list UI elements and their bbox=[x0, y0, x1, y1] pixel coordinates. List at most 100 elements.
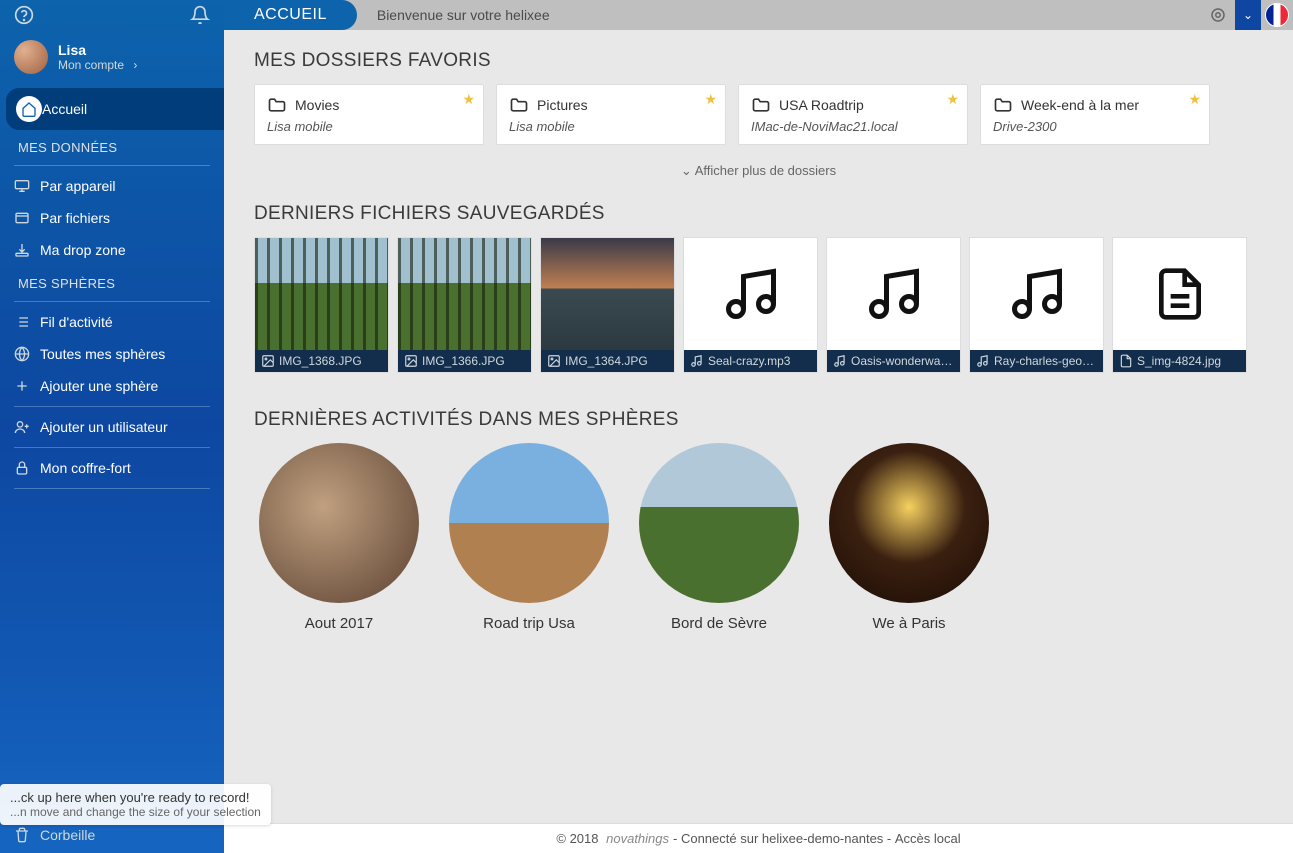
file-name: IMG_1368.JPG bbox=[279, 354, 362, 368]
file-type-icon bbox=[690, 354, 704, 368]
divider bbox=[14, 301, 210, 302]
sphere-item[interactable]: We à Paris bbox=[824, 443, 994, 632]
nav-label: Ajouter une sphère bbox=[40, 378, 158, 394]
local-access-link[interactable]: Accès local bbox=[895, 831, 961, 846]
avatar bbox=[14, 40, 48, 74]
folder-icon bbox=[993, 95, 1013, 115]
sphere-thumbnail bbox=[829, 443, 989, 603]
file-type-icon bbox=[261, 354, 275, 368]
nav-section-spheres: MES SPHÈRES bbox=[0, 266, 224, 297]
file-card[interactable]: IMG_1368.JPG bbox=[254, 237, 389, 373]
brand-name: novathings bbox=[606, 831, 669, 846]
section-recent-spheres-title: DERNIÈRES ACTIVITÉS DANS MES SPHÈRES bbox=[254, 409, 1263, 431]
sidebar: Lisa Mon compte › Accueil MES DONNÉES Pa… bbox=[0, 0, 224, 853]
file-type-icon bbox=[976, 354, 990, 368]
folder-card[interactable]: ★ Movies Lisa mobile bbox=[254, 84, 484, 145]
divider bbox=[14, 447, 210, 448]
nav-add-sphere[interactable]: Ajouter une sphère bbox=[0, 370, 224, 402]
device-icon bbox=[14, 178, 40, 194]
star-icon[interactable]: ★ bbox=[946, 91, 959, 108]
flag-fr-icon[interactable] bbox=[1265, 3, 1289, 27]
file-card[interactable]: IMG_1366.JPG bbox=[397, 237, 532, 373]
nav-activity[interactable]: Fil d'activité bbox=[0, 306, 224, 338]
folder-location: IMac-de-NoviMac21.local bbox=[751, 119, 955, 134]
folder-name: Movies bbox=[295, 97, 339, 113]
nav-section-data: MES DONNÉES bbox=[0, 130, 224, 161]
nav-by-files[interactable]: Par fichiers bbox=[0, 202, 224, 234]
lock-icon bbox=[14, 460, 40, 476]
file-card[interactable]: Ray-charles-georgi….mp3 bbox=[969, 237, 1104, 373]
file-type-icon bbox=[404, 354, 418, 368]
nav-label: Mon coffre-fort bbox=[40, 460, 131, 476]
nav-dropzone[interactable]: Ma drop zone bbox=[0, 234, 224, 266]
nav-label: Toutes mes sphères bbox=[40, 346, 165, 362]
file-type-icon bbox=[1119, 354, 1133, 368]
help-icon[interactable] bbox=[14, 5, 34, 25]
list-icon bbox=[14, 314, 40, 330]
nav-home[interactable]: Accueil bbox=[6, 88, 224, 130]
nav-trash[interactable]: Corbeille bbox=[14, 827, 95, 843]
sphere-item[interactable]: Aout 2017 bbox=[254, 443, 424, 632]
nav-label: Par fichiers bbox=[40, 210, 110, 226]
file-card[interactable]: IMG_1364.JPG bbox=[540, 237, 675, 373]
folders-row: ★ Movies Lisa mobile ★ Pictures Lisa mob… bbox=[254, 84, 1263, 145]
nav-by-device[interactable]: Par appareil bbox=[0, 170, 224, 202]
sphere-thumbnail bbox=[259, 443, 419, 603]
file-icon bbox=[1113, 238, 1246, 350]
show-more-label: Afficher plus de dossiers bbox=[695, 163, 836, 178]
topbar: ACCUEIL Bienvenue sur votre helixee ⌄ bbox=[224, 0, 1293, 30]
recorder-title: ...ck up here when you're ready to recor… bbox=[10, 790, 261, 805]
chevron-right-icon: › bbox=[133, 58, 137, 72]
target-icon[interactable] bbox=[1201, 6, 1235, 24]
nav-all-spheres[interactable]: Toutes mes sphères bbox=[0, 338, 224, 370]
user-name: Lisa bbox=[58, 42, 137, 58]
file-card[interactable]: S_img-4824.jpg bbox=[1112, 237, 1247, 373]
welcome-text: Bienvenue sur votre helixee bbox=[357, 7, 550, 23]
folder-card[interactable]: ★ USA Roadtrip IMac-de-NoviMac21.local bbox=[738, 84, 968, 145]
music-icon bbox=[970, 238, 1103, 350]
nav-vault[interactable]: Mon coffre-fort bbox=[0, 452, 224, 484]
copyright: © 2018 bbox=[556, 831, 598, 846]
nav-add-user[interactable]: Ajouter un utilisateur bbox=[0, 411, 224, 443]
sphere-label: We à Paris bbox=[872, 615, 945, 632]
user-account-link[interactable]: Lisa Mon compte › bbox=[0, 30, 224, 88]
folder-card[interactable]: ★ Week-end à la mer Drive-2300 bbox=[980, 84, 1210, 145]
folder-name: USA Roadtrip bbox=[779, 97, 864, 113]
folder-location: Lisa mobile bbox=[267, 119, 471, 134]
file-name: Oasis-wonderwall….mp3 bbox=[851, 354, 954, 368]
footer: © 2018 novathings - Connecté sur helixee… bbox=[224, 823, 1293, 853]
file-card[interactable]: Seal-crazy.mp3 bbox=[683, 237, 818, 373]
sphere-item[interactable]: Road trip Usa bbox=[444, 443, 614, 632]
file-card[interactable]: Oasis-wonderwall….mp3 bbox=[826, 237, 961, 373]
home-icon bbox=[16, 96, 42, 122]
music-icon bbox=[827, 238, 960, 350]
add-user-icon bbox=[14, 419, 40, 435]
file-name: IMG_1366.JPG bbox=[422, 354, 505, 368]
folder-name: Week-end à la mer bbox=[1021, 97, 1139, 113]
folder-name: Pictures bbox=[537, 97, 588, 113]
file-type-icon bbox=[833, 354, 847, 368]
sphere-thumbnail bbox=[639, 443, 799, 603]
folder-card[interactable]: ★ Pictures Lisa mobile bbox=[496, 84, 726, 145]
folder-icon bbox=[751, 95, 771, 115]
star-icon[interactable]: ★ bbox=[704, 91, 717, 108]
globe-icon bbox=[14, 346, 40, 362]
section-favorites-title: MES DOSSIERS FAVORIS bbox=[254, 50, 1263, 72]
divider bbox=[14, 165, 210, 166]
bell-icon[interactable] bbox=[190, 5, 210, 25]
star-icon[interactable]: ★ bbox=[1188, 91, 1201, 108]
nav-label: Ma drop zone bbox=[40, 242, 126, 258]
tab-accueil[interactable]: ACCUEIL bbox=[224, 0, 357, 30]
show-more-folders[interactable]: ⌄ Afficher plus de dossiers bbox=[254, 155, 1263, 203]
divider bbox=[14, 488, 210, 489]
sphere-item[interactable]: Bord de Sèvre bbox=[634, 443, 804, 632]
sphere-thumbnail bbox=[449, 443, 609, 603]
language-dropdown[interactable]: ⌄ bbox=[1235, 0, 1261, 30]
file-thumbnail bbox=[398, 238, 531, 350]
recorder-tooltip: ...ck up here when you're ready to recor… bbox=[0, 784, 271, 825]
star-icon[interactable]: ★ bbox=[462, 91, 475, 108]
sphere-label: Bord de Sèvre bbox=[671, 615, 767, 632]
recorder-sub: ...n move and change the size of your se… bbox=[10, 805, 261, 819]
file-name: S_img-4824.jpg bbox=[1137, 354, 1221, 368]
nav-label: Ajouter un utilisateur bbox=[40, 419, 168, 435]
